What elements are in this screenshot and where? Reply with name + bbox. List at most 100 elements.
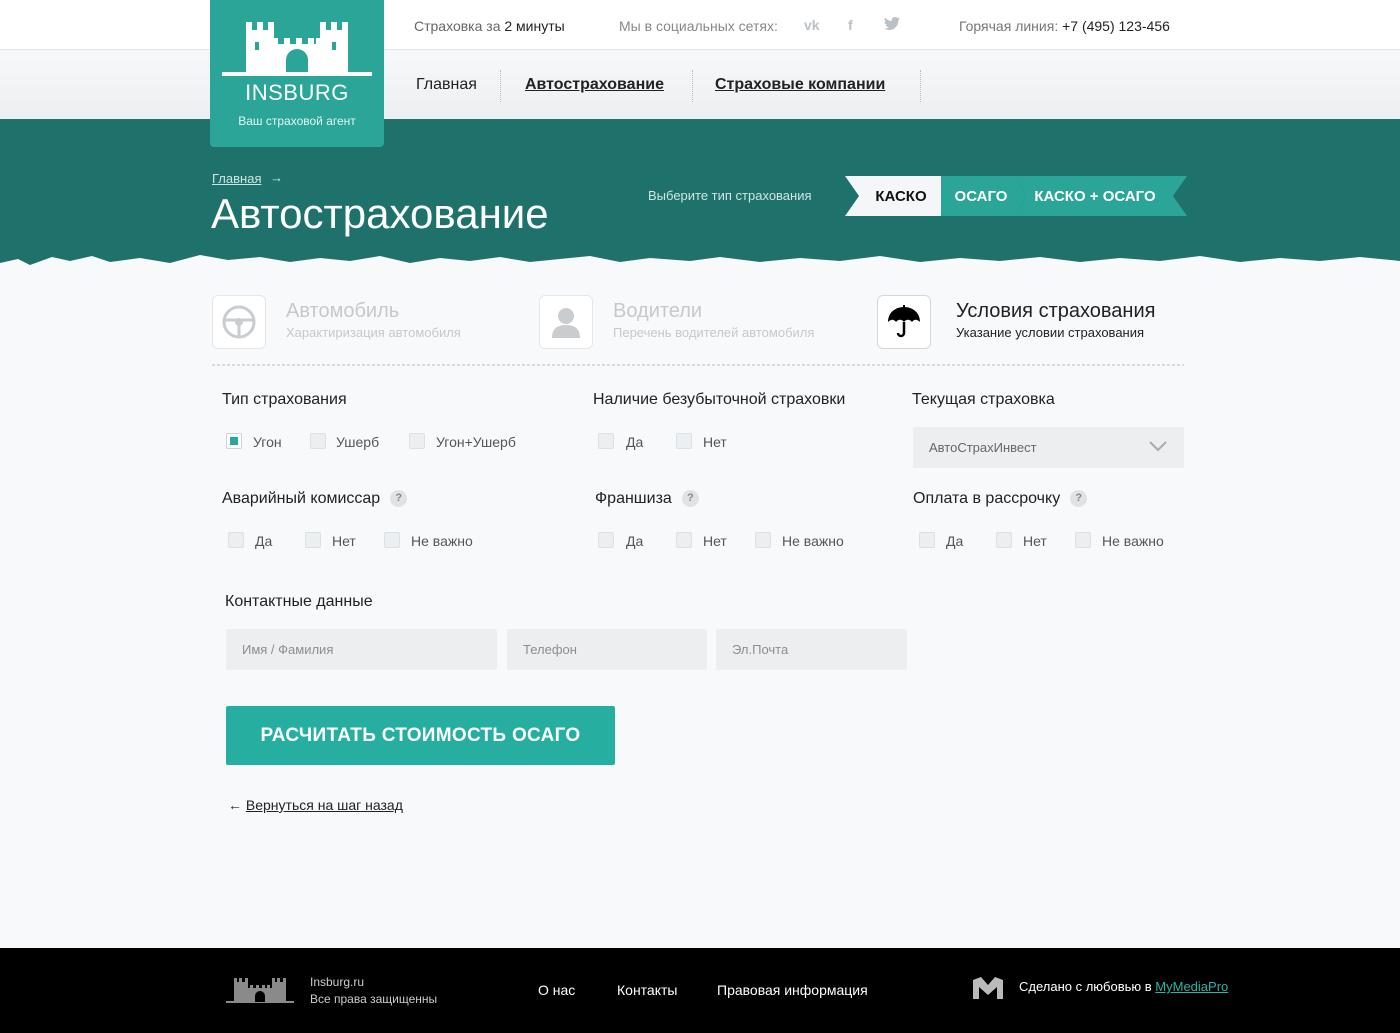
calculate-button[interactable]: РАСЧИТАТЬ СТОИМОСТЬ ОСАГО [226,706,615,765]
step-conditions-subtitle: Указание условии страхования [956,325,1145,340]
checkbox-commissioner-no[interactable] [305,532,321,548]
arrow-right-icon: → [270,170,283,185]
installment-label: Оплата в рассрочку? [913,490,1088,508]
checkbox-commissioner-any[interactable] [384,532,400,548]
step-conditions-title: Условия страхования [956,300,1156,322]
steps-divider [212,364,1184,366]
current-insurance-select[interactable]: АвтоСтрахИнвест [913,427,1184,468]
step-car-subtitle: Характиризация автомобиля [286,325,461,340]
checkbox-damage[interactable] [310,433,326,449]
franchise-label-text: Франшиза [595,490,672,507]
nav-insurance-companies[interactable]: Страховые компании [715,76,885,94]
nav-divider [692,70,693,102]
arrow-left-icon: ← [228,797,246,813]
insurance-type-prompt: Выберите тип страхования [648,188,812,203]
step-drivers[interactable] [539,295,593,349]
checkbox-commissioner-yes-label[interactable]: Да [255,533,272,549]
phone-input[interactable] [507,629,707,670]
step-car[interactable] [212,295,266,349]
castle-icon [222,22,372,76]
mymediapro-link[interactable]: MyMediaPro [1155,979,1228,994]
checkbox-theft-label[interactable]: Угон [253,434,282,450]
step-car-title: Автомобиль [286,300,400,322]
current-insurance-value: АвтоСтрахИнвест [929,440,1037,455]
vk-icon[interactable]: vk [804,17,820,33]
checkbox-installment-yes-label[interactable]: Да [946,533,963,549]
checkbox-commissioner-no-label[interactable]: Нет [332,533,356,549]
commissioner-label-text: Аварийный комиссар [222,490,381,507]
current-insurance-label: Текущая страховка [912,391,1055,408]
page-title: Автострахование [211,190,549,237]
nav-divider [920,70,921,102]
help-icon[interactable]: ? [681,490,699,508]
step-drivers-title: Водители [613,300,703,322]
tagline-prefix: Страховка за [414,18,505,34]
checkbox-theft[interactable] [226,433,242,449]
nav-auto-insurance[interactable]: Автострахование [525,76,664,94]
breadcrumb-home[interactable]: Главная [212,171,261,186]
checkbox-installment-yes[interactable] [919,532,935,548]
hotline-phone[interactable]: +7 (495) 123-456 [1062,18,1170,34]
installment-label-text: Оплата в рассрочку [913,490,1061,507]
back-link[interactable]: ← Вернуться на шаг назад [228,797,403,813]
checkbox-no-claims-yes-label[interactable]: Да [626,434,643,450]
checkbox-franchise-any-label[interactable]: Не важно [782,533,844,549]
checkbox-installment-any[interactable] [1075,532,1091,548]
facebook-icon[interactable]: f [848,17,853,33]
help-icon[interactable]: ? [1070,490,1088,508]
footer-link-contacts[interactable]: Контакты [617,982,677,998]
name-input[interactable] [226,629,497,670]
nav-divider [500,70,501,102]
checkbox-installment-no[interactable] [996,532,1012,548]
checkbox-no-claims-no[interactable] [676,433,692,449]
checkbox-franchise-yes[interactable] [598,532,614,548]
back-link-label[interactable]: Вернуться на шаг назад [246,797,403,813]
checkbox-damage-label[interactable]: Ушерб [336,434,379,450]
footer-made-by: Сделано с любовью в MyMediaPro [1019,979,1228,994]
footer-rights: Все права защищенны [310,992,438,1006]
checkbox-franchise-no[interactable] [676,532,692,548]
footer-link-legal[interactable]: Правовая информация [717,982,868,998]
nav-home[interactable]: Главная [416,76,477,94]
checkbox-franchise-no-label[interactable]: Нет [703,533,727,549]
brand-name: INSBURG [245,80,349,105]
no-claims-label: Наличие безубыточной страховки [593,391,846,408]
checkbox-theft-damage[interactable] [409,433,425,449]
checkbox-installment-no-label[interactable]: Нет [1023,533,1047,549]
tab-kasko-osago-label[interactable]: КАСКО + ОСАГО [1034,188,1156,205]
torn-edge [0,255,1400,279]
tab-kasko-label[interactable]: КАСКО [875,188,927,205]
brand-subtitle: Ваш страховой агент [238,114,356,128]
email-input[interactable] [716,629,907,670]
step-conditions[interactable] [877,295,931,349]
checkbox-no-claims-yes[interactable] [598,433,614,449]
step-drivers-subtitle: Перечень водителей автомобиля [613,325,815,340]
help-icon[interactable]: ? [390,490,408,508]
checkbox-commissioner-yes[interactable] [228,532,244,548]
checkbox-commissioner-any-label[interactable]: Не важно [411,533,473,549]
hotline-label: Горячая линия: [959,18,1063,34]
social-label: Мы в социальных сетях: [619,18,778,34]
insurance-type-tabs: КАСКО ОСАГО КАСКО + ОСАГО [845,176,1187,216]
mymediapro-logo-icon [973,977,1003,999]
umbrella-icon [888,305,920,338]
checkbox-franchise-any[interactable] [755,532,771,548]
footer-link-about[interactable]: О нас [538,982,575,998]
castle-logo-icon [226,978,294,1003]
checkbox-franchise-yes-label[interactable]: Да [626,533,643,549]
checkbox-theft-damage-label[interactable]: Угон+Ушерб [436,434,516,450]
tab-osago-label[interactable]: ОСАГО [955,188,1008,205]
twitter-icon[interactable] [884,16,900,33]
tagline-emphasis: 2 минуты [504,18,565,34]
checkbox-installment-any-label[interactable]: Не важно [1102,533,1164,549]
hotline: Горячая линия: +7 (495) 123-456 [959,18,1170,34]
footer: Insburg.ru Все права защищенны О нас Кон… [0,948,1400,1033]
contacts-label: Контактные данные [225,593,373,610]
steering-wheel-icon [222,305,256,339]
checkbox-no-claims-no-label[interactable]: Нет [703,434,727,450]
commissioner-label: Аварийный комиссар? [222,490,408,508]
franchise-label: Франшиза? [595,490,699,508]
tagline: Страховка за 2 минуты [414,18,565,34]
footer-site: Insburg.ru [310,975,365,989]
logo[interactable]: INSBURG Ваш страховой агент [210,0,384,147]
